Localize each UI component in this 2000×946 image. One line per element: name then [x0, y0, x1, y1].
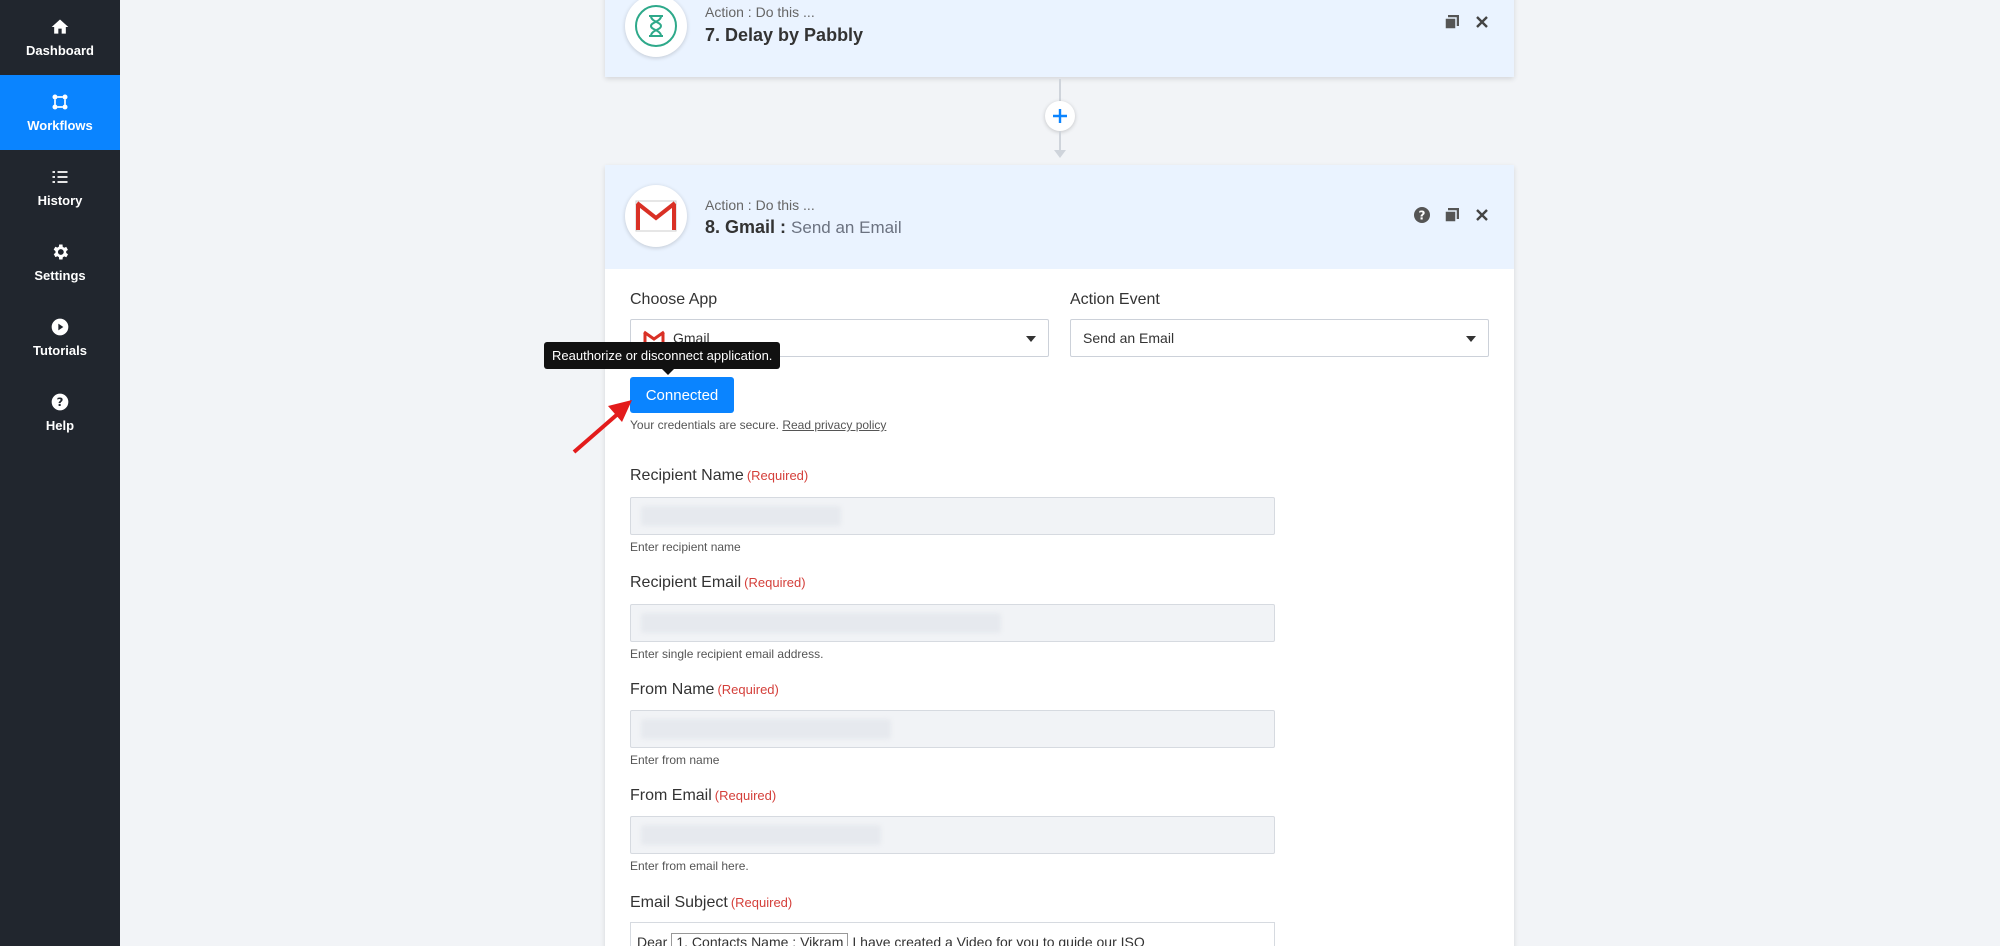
step-title: 8. Gmail : Send an Email — [705, 217, 902, 238]
sidebar-item-settings[interactable]: Settings — [0, 225, 120, 300]
reauthorize-tooltip: Reauthorize or disconnect application. — [544, 342, 781, 375]
redacted-value — [641, 613, 1001, 633]
plus-icon — [1053, 109, 1067, 123]
annotation-arrow-icon — [572, 400, 632, 454]
action-event-select[interactable]: Send an Email — [1070, 319, 1489, 357]
privacy-policy-link[interactable]: Read privacy policy — [782, 418, 886, 432]
field-label-text: Email Subject — [630, 894, 728, 911]
connector-line — [1059, 79, 1061, 101]
step-title: 7. Delay by Pabbly — [705, 25, 864, 45]
field-label-text: From Name — [630, 681, 715, 698]
sidebar-item-label: Dashboard — [26, 43, 94, 58]
close-icon[interactable] — [1472, 12, 1492, 32]
email-subject-input[interactable]: Dear 1. Contacts Name : Vikram I have crea… — [630, 922, 1275, 946]
subject-token[interactable]: 1. Contacts Name : Vikram — [671, 933, 849, 946]
close-icon[interactable] — [1472, 205, 1492, 225]
sidebar-item-label: Help — [45, 418, 75, 433]
required-tag: (Required) — [714, 788, 777, 803]
copy-icon[interactable] — [1442, 205, 1462, 225]
step-actions: ? — [1412, 205, 1492, 225]
secure-text: Your credentials are secure. — [630, 418, 779, 432]
help-icon: ? — [51, 393, 69, 411]
play-icon — [51, 318, 69, 336]
sidebar-item-label: History — [37, 193, 83, 208]
gear-icon — [53, 244, 68, 260]
chevron-down-icon — [1466, 336, 1476, 342]
svg-text:?: ? — [1419, 209, 1426, 223]
required-tag: (Required) — [717, 682, 779, 697]
recipient-name-label: Recipient Name (Required) — [630, 467, 808, 485]
step-kicker: Action : Do this ... — [705, 4, 815, 20]
recipient-email-input[interactable] — [630, 604, 1275, 642]
connector-arrow — [1054, 150, 1066, 158]
step-card-header: Action : Do this ... 8. Gmail : Send an … — [605, 165, 1514, 269]
home-icon — [51, 19, 69, 34]
from-name-input[interactable] — [630, 710, 1275, 748]
step-actions — [1442, 12, 1492, 32]
sidebar-item-label: Tutorials — [33, 343, 87, 358]
gmail-icon — [625, 185, 687, 247]
field-label-text: Recipient Email — [630, 574, 742, 591]
subject-suffix: I have created a Video for you to guide … — [852, 934, 1145, 946]
credentials-secure-text: Your credentials are secure. Read privac… — [630, 418, 886, 432]
hourglass-icon — [625, 0, 687, 57]
required-tag: (Required) — [730, 895, 793, 910]
svg-text:?: ? — [57, 395, 64, 409]
from-email-hint: Enter from email here. — [630, 859, 749, 873]
recipient-email-label: Recipient Email (Required) — [630, 574, 806, 592]
sidebar-item-tutorials[interactable]: Tutorials — [0, 300, 120, 375]
redacted-value — [641, 506, 841, 526]
step-title-sub: Send an Email — [791, 218, 902, 237]
connector-line — [1059, 131, 1061, 151]
workflow-icon — [52, 94, 68, 110]
sidebar-item-workflows[interactable]: Workflows — [0, 75, 120, 150]
add-step-button[interactable] — [1045, 101, 1075, 131]
action-event-label: Action Event — [1070, 291, 1160, 308]
recipient-name-input[interactable] — [630, 497, 1275, 535]
required-tag: (Required) — [744, 575, 806, 590]
help-icon[interactable]: ? — [1412, 205, 1432, 225]
copy-icon[interactable] — [1442, 12, 1462, 32]
sidebar-item-dashboard[interactable]: Dashboard — [0, 0, 120, 75]
required-tag: (Required) — [746, 468, 809, 483]
sidebar-item-history[interactable]: History — [0, 150, 120, 225]
field-label-text: Recipient Name — [630, 467, 744, 484]
step-kicker: Action : Do this ... — [705, 197, 815, 213]
step-title-main: 8. Gmail : — [705, 217, 787, 237]
from-name-label: From Name (Required) — [630, 681, 779, 699]
sidebar: Dashboard Workflows History Settings Tut… — [0, 0, 120, 946]
recipient-name-hint: Enter recipient name — [630, 540, 741, 554]
recipient-email-hint: Enter single recipient email address. — [630, 647, 824, 661]
email-subject-label: Email Subject (Required) — [630, 894, 792, 912]
sidebar-item-help[interactable]: ? Help — [0, 375, 120, 450]
from-name-hint: Enter from name — [630, 753, 720, 767]
subject-prefix: Dear — [637, 934, 668, 946]
sidebar-item-label: Workflows — [27, 118, 93, 133]
history-icon — [52, 171, 68, 183]
chevron-down-icon — [1026, 336, 1036, 342]
redacted-value — [641, 825, 881, 845]
field-label-text: From Email — [630, 787, 712, 804]
step-card-header: Action : Do this ... 7. Delay by Pabbly — [605, 0, 1514, 77]
redacted-value — [641, 719, 891, 739]
from-email-input[interactable] — [630, 816, 1275, 854]
from-email-label: From Email (Required) — [630, 787, 776, 805]
action-event-value: Send an Email — [1083, 330, 1175, 346]
sidebar-item-label: Settings — [34, 268, 86, 283]
choose-app-label: Choose App — [630, 291, 718, 308]
step-card-delay[interactable]: Action : Do this ... 7. Delay by Pabbly — [605, 0, 1514, 77]
